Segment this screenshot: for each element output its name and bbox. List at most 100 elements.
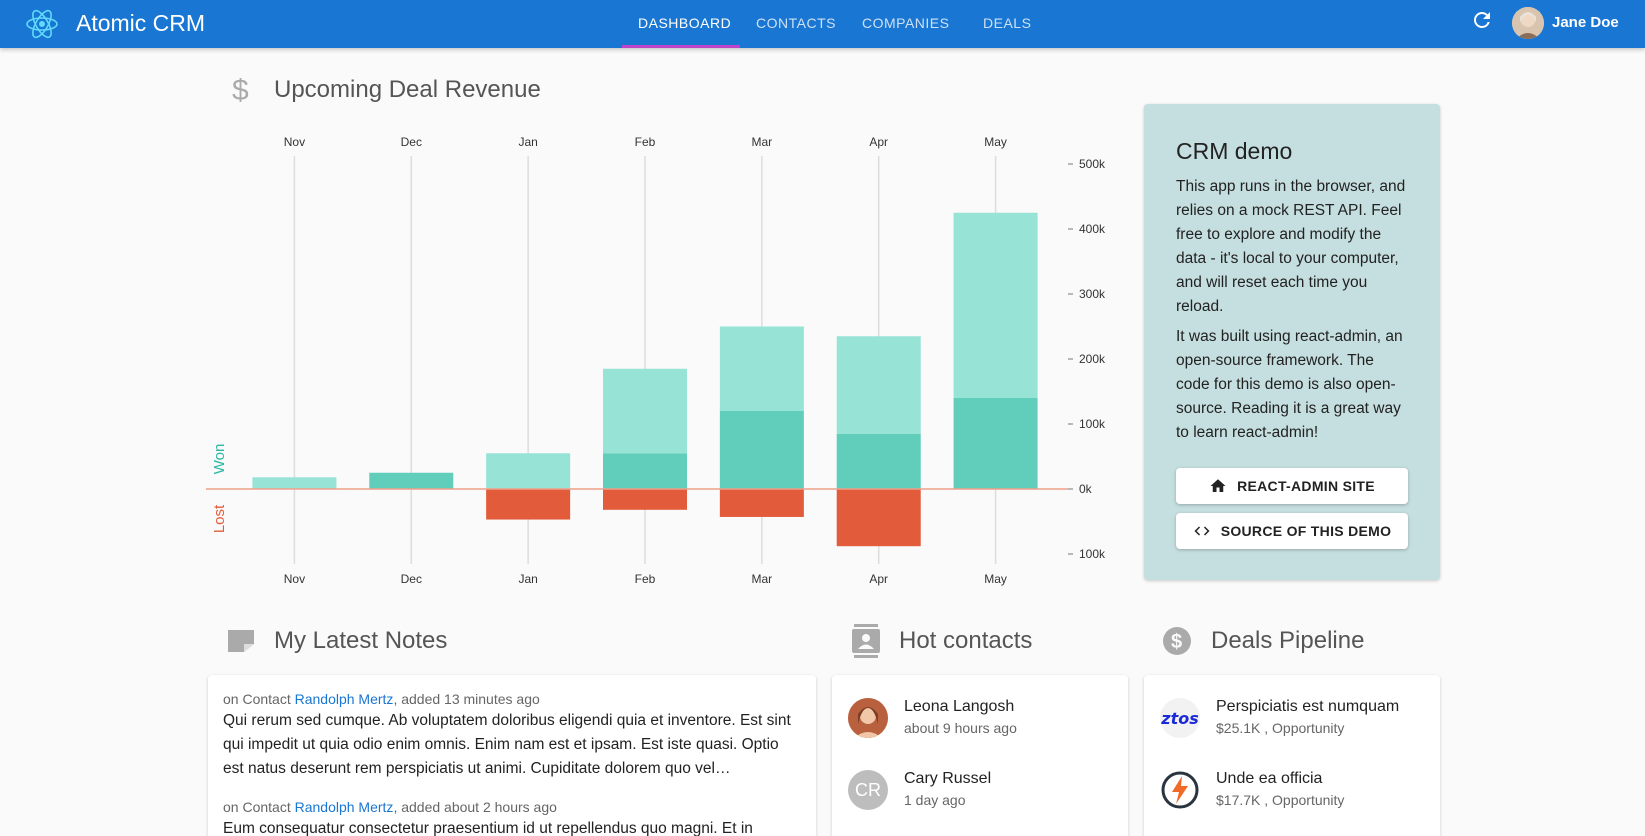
deal-name[interactable]: Unde ea officia (1216, 770, 1322, 788)
pipeline-section-title: Deals Pipeline (1211, 627, 1365, 654)
note-text: Qui rerum sed cumque. Ab voluptatem dolo… (223, 712, 791, 777)
bar-won (603, 453, 687, 489)
x-tick-label-bottom: May (984, 572, 1007, 586)
x-tick-label-bottom: Apr (869, 572, 888, 586)
code-icon (1194, 526, 1210, 536)
contact-time: 1 day ago (904, 792, 966, 808)
y-tick-label: 300k (1079, 287, 1106, 301)
lightning-logo-icon (1161, 771, 1199, 809)
y-tick-label: 100k (1079, 417, 1106, 431)
contact-row[interactable]: Leona Langosh about 9 hours ago (848, 698, 1118, 742)
contact-name[interactable]: Leona Langosh (904, 698, 1014, 716)
contact-photo-icon (848, 698, 888, 738)
contacts-icon (852, 624, 880, 658)
app-title[interactable]: Atomic CRM (76, 10, 205, 37)
notes-section-title: My Latest Notes (274, 627, 448, 654)
dollar-circle-icon: $ (1163, 627, 1191, 655)
x-tick-label-bottom: Jan (518, 572, 537, 586)
bar-segment (953, 212, 1038, 398)
dollar-icon: $ (232, 74, 249, 106)
bar-lost (836, 489, 921, 547)
deal-row[interactable]: ztos Perspiciatis est numquam $25.1K , O… (1160, 698, 1430, 742)
svg-text:$: $ (1171, 631, 1182, 653)
note-prefix: on Contact (223, 799, 291, 815)
revenue-section-title: Upcoming Deal Revenue (274, 76, 541, 103)
react-admin-site-button[interactable]: React-admin site (1176, 468, 1408, 504)
hot-contacts-card: Leona Langosh about 9 hours ago CR Cary … (832, 675, 1128, 836)
x-tick-label-top: Mar (752, 135, 773, 149)
home-icon (1210, 479, 1226, 492)
y-tick-label: 400k (1079, 222, 1106, 236)
contact-name[interactable]: Cary Russel (904, 770, 991, 788)
bar-lost (719, 489, 804, 517)
y-tick-label: 200k (1079, 352, 1106, 366)
user-avatar-icon (1512, 7, 1544, 39)
contact-time: about 9 hours ago (904, 720, 1017, 736)
x-tick-label-bottom: Nov (284, 572, 305, 586)
company-logo-text: ztos (1161, 708, 1199, 728)
tab-dashboard[interactable]: Dashboard (638, 15, 731, 31)
bar-won (836, 433, 921, 489)
tab-deals[interactable]: Deals (983, 15, 1031, 31)
note-meta: on Contact Randolph Mertz, added about 2… (223, 799, 801, 815)
x-tick-label-top: Jan (518, 135, 537, 149)
note-contact-link[interactable]: Randolph Mertz (295, 691, 394, 707)
react-admin-site-label: React-admin site (1237, 478, 1375, 494)
note-prefix: on Contact (223, 691, 291, 707)
deal-row[interactable]: Unde ea officia $17.7K , Opportunity (1160, 770, 1430, 814)
deal-detail: $17.7K , Opportunity (1216, 792, 1345, 808)
note-meta: on Contact Randolph Mertz, added 13 minu… (223, 691, 801, 707)
x-tick-label-bottom: Dec (401, 572, 422, 586)
bar-won (369, 472, 454, 489)
bar-lost (486, 489, 571, 520)
note-contact-link[interactable]: Randolph Mertz (295, 799, 394, 815)
bar-won (719, 411, 804, 489)
x-tick-label-top: Feb (635, 135, 656, 149)
contact-avatar: CR (848, 770, 888, 810)
x-tick-label-top: Apr (869, 135, 888, 149)
react-atom-logo-icon[interactable] (24, 6, 60, 42)
crm-demo-card: CRM demo This app runs in the browser, a… (1144, 104, 1440, 580)
company-logo (1160, 770, 1200, 810)
deal-name[interactable]: Perspiciatis est numquam (1216, 698, 1399, 716)
y-tick-label: 500k (1079, 157, 1106, 171)
bar-segment (252, 477, 337, 489)
x-tick-label-top: May (984, 135, 1007, 149)
lost-axis-label: Lost (211, 504, 228, 533)
contact-row[interactable]: CR Cary Russel 1 day ago (848, 770, 1118, 814)
app-bar: Atomic CRM Dashboard Contacts Companies … (0, 0, 1645, 48)
revenue-chart: Nov Nov Dec Dec Jan Jan Feb Feb Mar Mar Apr Apr May M… (206, 135, 1106, 586)
demo-card-paragraph-1: This app runs in the browser, and relies… (1176, 178, 1406, 315)
tab-companies[interactable]: Companies (862, 15, 949, 31)
notes-card: on Contact Randolph Mertz, added 13 minu… (208, 675, 816, 836)
pipeline-card: ztos Perspiciatis est numquam $25.1K , O… (1144, 675, 1440, 836)
bar-lost (603, 489, 687, 510)
demo-card-paragraph-2: It was built using react-admin, an open-… (1176, 328, 1403, 441)
note-added: , added about 2 hours ago (393, 799, 557, 815)
contact-avatar (848, 698, 888, 738)
hot-contacts-section-title: Hot contacts (899, 627, 1033, 654)
demo-card-title: CRM demo (1176, 138, 1293, 164)
svg-text:$: $ (232, 74, 249, 106)
y-tick-label: 100k (1079, 547, 1106, 561)
bar-segment (486, 453, 571, 489)
x-tick-label-top: Nov (284, 135, 305, 149)
user-avatar[interactable] (1512, 7, 1544, 39)
y-tick-label: 0k (1079, 482, 1093, 496)
source-button[interactable]: Source of this demo (1176, 513, 1408, 549)
bar-segment (836, 336, 921, 434)
refresh-icon[interactable] (1470, 8, 1494, 32)
company-logo: ztos (1160, 698, 1200, 738)
note-icon (228, 630, 254, 652)
note-text: Eum consequatur consectetur praesentium … (223, 820, 753, 836)
bar-segment (603, 368, 687, 454)
note-added: , added 13 minutes ago (393, 691, 540, 707)
bar-won (953, 398, 1038, 489)
x-tick-label-bottom: Mar (752, 572, 773, 586)
user-name[interactable]: Jane Doe (1552, 14, 1619, 31)
x-tick-label-bottom: Feb (635, 572, 656, 586)
note-item: on Contact Randolph Mertz, added about 2… (208, 799, 816, 836)
note-item: on Contact Randolph Mertz, added 13 minu… (208, 691, 816, 781)
source-label: Source of this demo (1220, 523, 1392, 539)
tab-contacts[interactable]: Contacts (756, 15, 836, 31)
